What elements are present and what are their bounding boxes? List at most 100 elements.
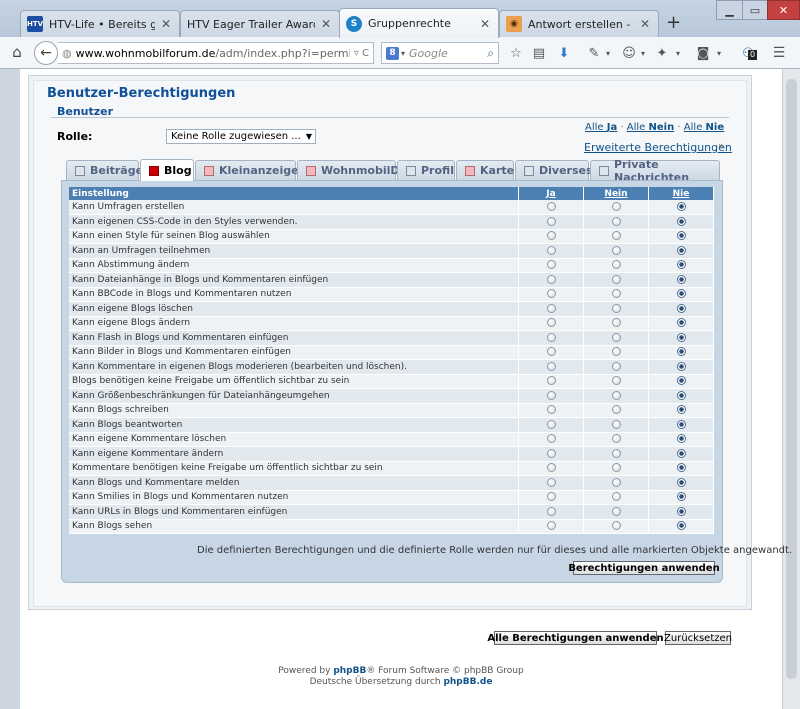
radio-yes[interactable] (546, 202, 556, 211)
radio-no[interactable] (611, 245, 621, 255)
tab-karte[interactable]: Karte (456, 160, 514, 180)
tab-profil[interactable]: Profil (397, 160, 455, 180)
maximize-icon[interactable]: ▭ (742, 0, 768, 20)
tab-private-nachrichten[interactable]: Private Nachrichten (590, 158, 720, 184)
radio-never[interactable] (676, 477, 686, 487)
vertical-scrollbar[interactable] (782, 69, 800, 709)
radio-yes[interactable] (546, 332, 556, 342)
tab-diverses[interactable]: Diverses (515, 160, 593, 180)
column-header-no[interactable]: Nein (583, 187, 649, 200)
radio-no[interactable] (611, 506, 621, 516)
radio-never[interactable] (676, 376, 686, 386)
radio-no[interactable] (611, 434, 621, 444)
radio-yes[interactable] (546, 506, 556, 516)
radio-yes[interactable] (546, 289, 556, 299)
all-yes-link[interactable]: Alle Ja (585, 122, 617, 133)
radio-no[interactable] (611, 477, 621, 487)
phpbb-link[interactable]: phpBB (333, 666, 366, 676)
radio-yes[interactable] (546, 347, 556, 357)
search-box[interactable]: 8 ▾ Google ⌕ (381, 42, 499, 64)
radio-never[interactable] (676, 216, 686, 226)
browser-tab-gruppenrechte[interactable]: S Gruppenrechte ✕ (339, 8, 499, 38)
radio-yes[interactable] (546, 274, 556, 284)
radio-no[interactable] (611, 463, 621, 473)
radio-never[interactable] (676, 347, 686, 357)
radio-never[interactable] (676, 463, 686, 473)
all-never-link[interactable]: Alle Nie (684, 122, 724, 133)
radio-never[interactable] (676, 419, 686, 429)
camera-icon[interactable]: ◙ (694, 44, 712, 62)
radio-never[interactable] (676, 274, 686, 284)
radio-no[interactable] (611, 492, 621, 502)
radio-never[interactable] (676, 405, 686, 415)
close-icon[interactable]: ✕ (638, 17, 652, 31)
new-tab-button[interactable]: + (666, 14, 681, 32)
radio-no[interactable] (611, 448, 621, 458)
radio-never[interactable] (676, 260, 686, 270)
reading-list-icon[interactable]: ▤ (530, 44, 548, 62)
radio-no[interactable] (611, 202, 621, 211)
role-select[interactable]: Keine Rolle zugewiesen ... ▼ (166, 129, 316, 144)
advanced-permissions-link[interactable]: Erweiterte Berechtigungen (584, 141, 732, 154)
menu-icon[interactable]: ☰ (770, 44, 788, 62)
chevron-down-icon[interactable]: ▾ (638, 44, 648, 62)
radio-yes[interactable] (546, 303, 556, 313)
chevron-down-icon[interactable]: ▾ (714, 44, 724, 62)
radio-never[interactable] (676, 434, 686, 444)
radio-never[interactable] (676, 303, 686, 313)
browser-tab-trailer-award[interactable]: HTV Eager Trailer Award - Ani... ✕ (180, 10, 340, 37)
close-icon[interactable]: ✕ (319, 17, 333, 31)
close-window-icon[interactable]: ✕ (767, 0, 800, 20)
close-icon[interactable]: ✕ (478, 17, 492, 31)
radio-yes[interactable] (546, 390, 556, 400)
radio-yes[interactable] (546, 318, 556, 328)
apply-all-permissions-button[interactable]: Alle Berechtigungen anwenden (487, 631, 664, 645)
radio-yes[interactable] (546, 463, 556, 473)
radio-never[interactable] (676, 245, 686, 255)
radio-never[interactable] (676, 506, 686, 516)
radio-yes[interactable] (546, 448, 556, 458)
radio-no[interactable] (611, 347, 621, 357)
back-arrow-icon[interactable]: ← (34, 41, 58, 65)
browser-tab-htv-life[interactable]: HTV HTV-Life • Bereits geprüfte... ✕ (20, 10, 180, 37)
phpbb-de-link[interactable]: phpBB.de (443, 677, 492, 687)
radio-yes[interactable] (546, 376, 556, 386)
tab-kleinanzeigen[interactable]: Kleinanzeigen (195, 160, 306, 180)
radio-never[interactable] (676, 231, 686, 241)
radio-no[interactable] (611, 405, 621, 415)
column-header-yes[interactable]: Ja (518, 187, 584, 200)
radio-no[interactable] (611, 289, 621, 299)
radio-never[interactable] (676, 521, 686, 531)
browser-tab-antwort-erstellen[interactable]: ◉ Antwort erstellen - Wohnw... ✕ (499, 10, 659, 37)
reset-button[interactable]: Zurücksetzen (664, 631, 732, 645)
radio-no[interactable] (611, 216, 621, 226)
all-no-link[interactable]: Alle Nein (627, 122, 674, 133)
radio-no[interactable] (611, 274, 621, 284)
bookmark-star-icon[interactable]: ☆ (507, 44, 525, 62)
radio-no[interactable] (611, 303, 621, 313)
radio-no[interactable] (611, 521, 621, 531)
radio-never[interactable] (676, 289, 686, 299)
radio-never[interactable] (676, 202, 686, 211)
column-header-never[interactable]: Nie (648, 187, 714, 200)
close-icon[interactable]: ✕ (159, 17, 173, 31)
radio-yes[interactable] (546, 231, 556, 241)
radio-yes[interactable] (546, 260, 556, 270)
address-bar[interactable]: ◍ www.wohnmobilforum.de /adm/index.php?i… (58, 42, 374, 64)
radio-yes[interactable] (546, 405, 556, 415)
radio-yes[interactable] (546, 245, 556, 255)
google-engine-icon[interactable]: 8 (386, 46, 399, 60)
radio-yes[interactable] (546, 477, 556, 487)
radio-yes[interactable] (546, 521, 556, 531)
download-icon[interactable]: ⬇ (555, 44, 573, 62)
home-icon[interactable]: ⌂ (8, 43, 26, 61)
radio-no[interactable] (611, 260, 621, 270)
radio-no[interactable] (611, 419, 621, 429)
scrollbar-thumb[interactable] (786, 79, 797, 679)
chevron-down-icon[interactable]: ▾ (603, 44, 613, 62)
radio-yes[interactable] (546, 492, 556, 502)
radio-never[interactable] (676, 390, 686, 400)
tab-blog[interactable]: Blog (140, 159, 194, 181)
chevron-down-icon[interactable]: ▾ (673, 44, 683, 62)
chevron-down-icon[interactable]: ▾ (401, 49, 405, 58)
